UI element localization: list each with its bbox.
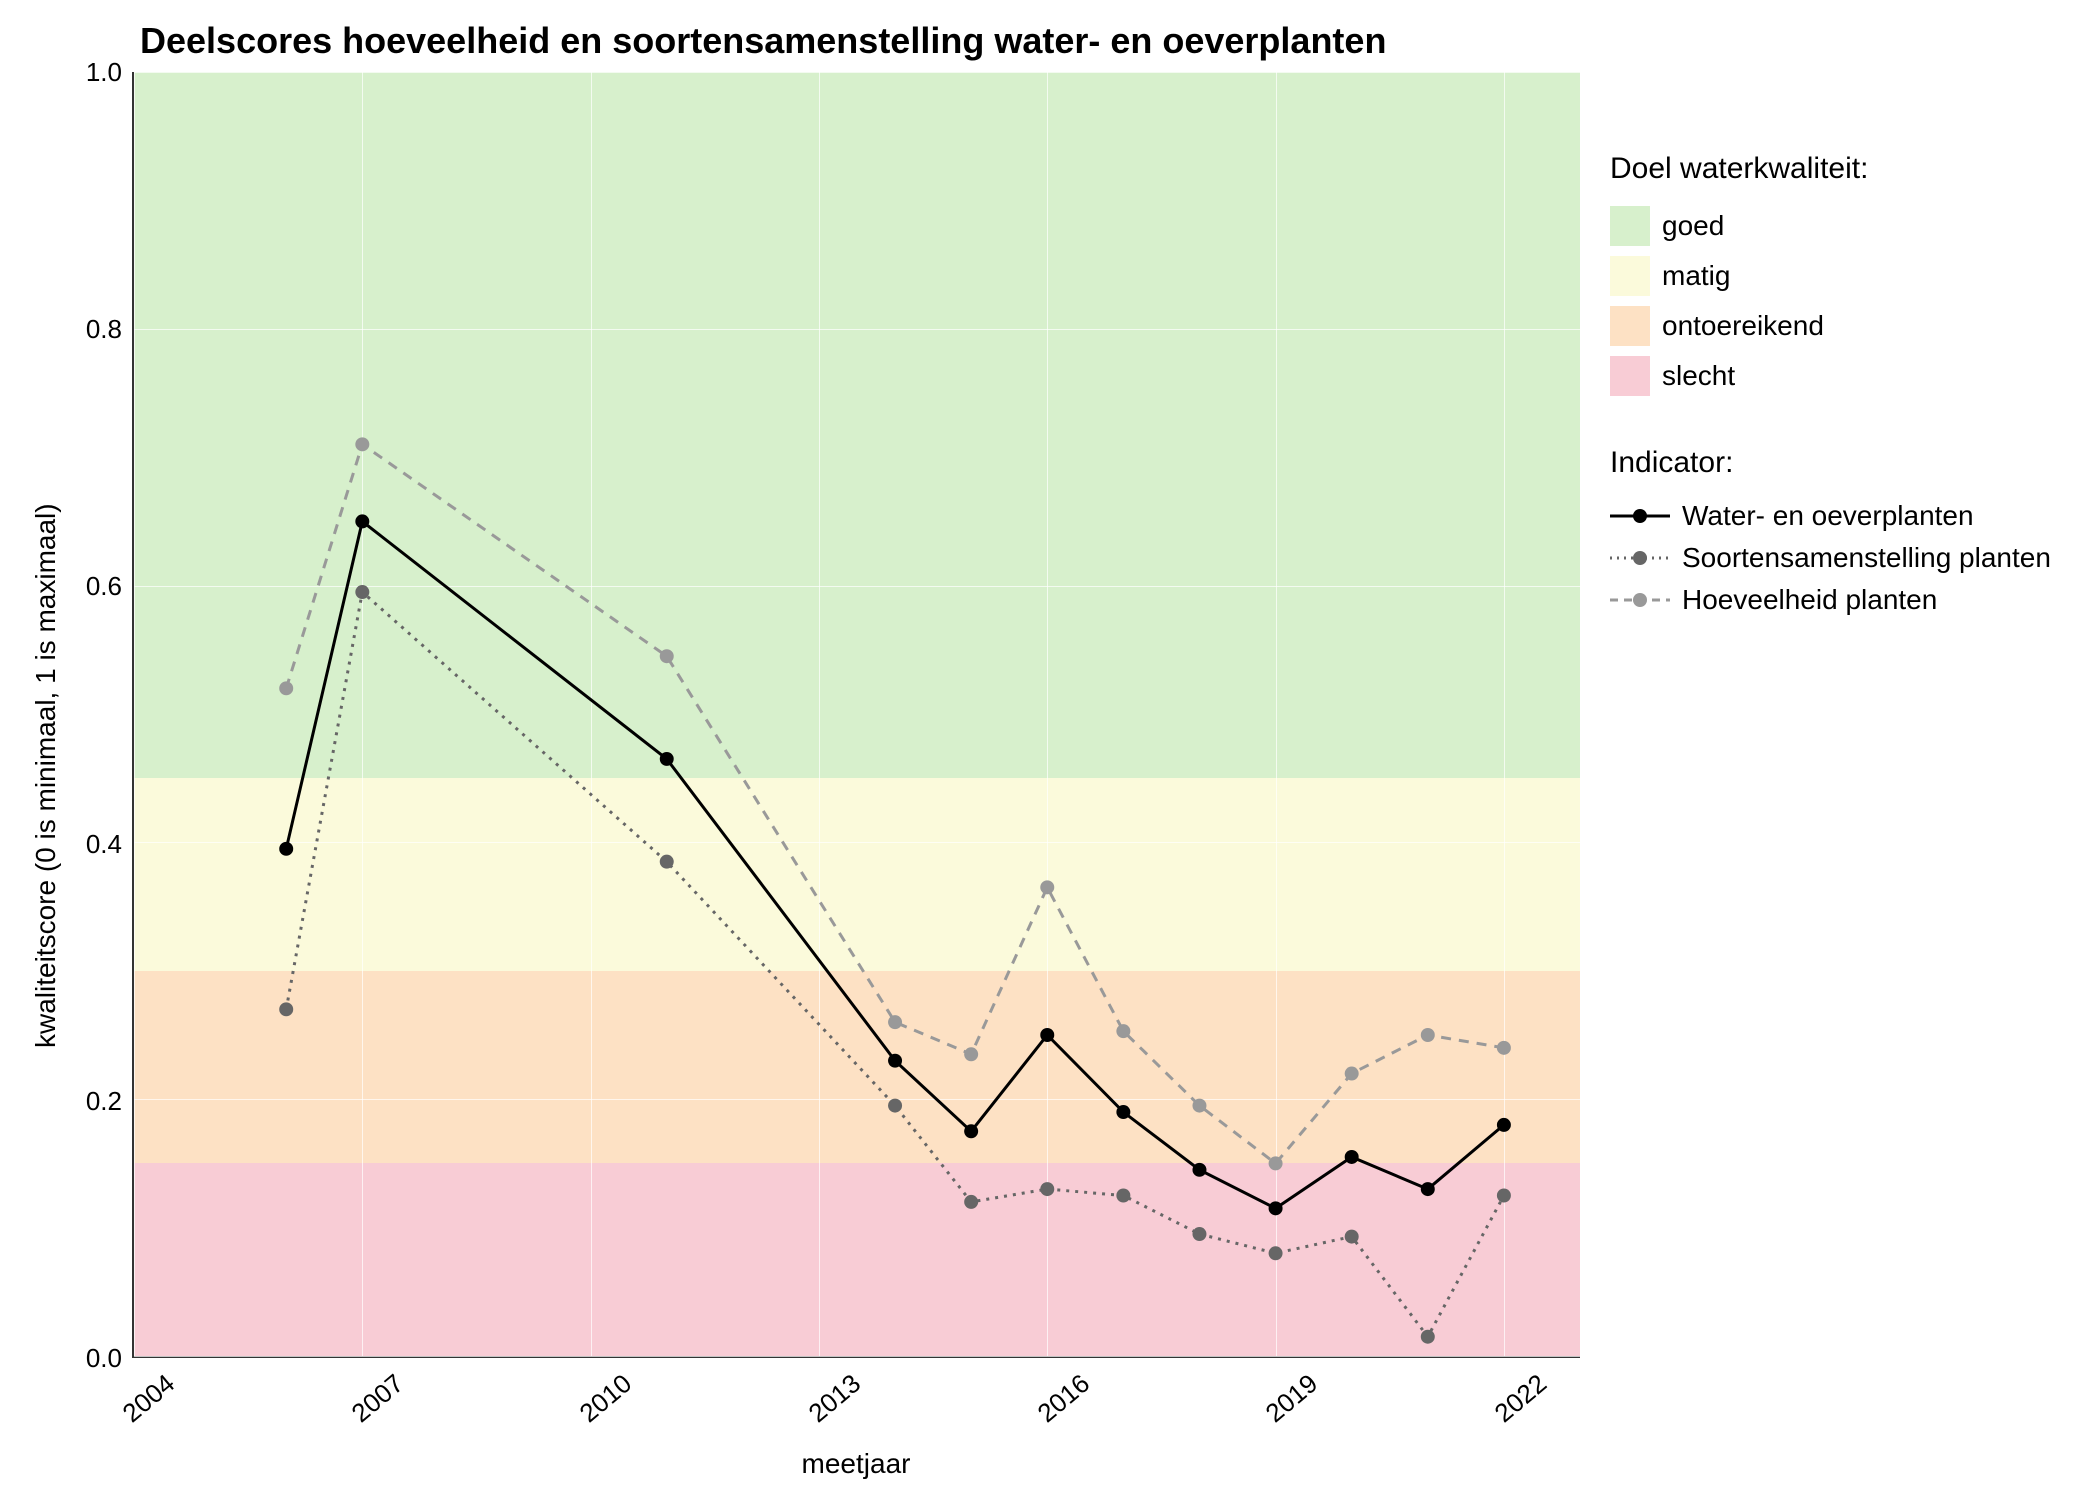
gridline-horizontal: [134, 1356, 1580, 1357]
legend-swatch: [1610, 306, 1650, 346]
gridline-vertical: [362, 72, 363, 1356]
legend-band-item: slecht: [1610, 356, 2080, 396]
legend-band-item: ontoereikend: [1610, 306, 2080, 346]
x-tick-label: 2010: [574, 1368, 638, 1429]
plot-row: 1.00.80.60.40.20.0: [72, 72, 1580, 1358]
gridline-horizontal: [134, 1099, 1580, 1100]
legend-series-item: Water- en oeverplanten: [1610, 500, 2080, 532]
chart-wrapper: Deelscores hoeveelheid en soortensamenst…: [20, 20, 2080, 1480]
gridline-vertical: [819, 72, 820, 1356]
legend-series-label: Soortensamenstelling planten: [1682, 542, 2051, 574]
legend-swatch: [1610, 356, 1650, 396]
gridline-vertical: [1047, 72, 1048, 1356]
main-area: kwaliteitscore (0 is minimaal, 1 is maxi…: [20, 72, 2080, 1480]
legend-band-item: matig: [1610, 256, 2080, 296]
legend-bands-items: goed matig ontoereikend slecht: [1610, 206, 2080, 396]
legend-series-item: Hoeveelheid planten: [1610, 584, 2080, 616]
quality-band-goed: [134, 72, 1580, 778]
y-axis-label: kwaliteitscore (0 is minimaal, 1 is maxi…: [20, 72, 72, 1480]
legend-line-sample: [1610, 585, 1670, 615]
quality-band-matig: [134, 778, 1580, 971]
gridline-vertical: [1276, 72, 1277, 1356]
legend-swatch: [1610, 206, 1650, 246]
x-tick-label: 2004: [117, 1368, 181, 1429]
gridline-horizontal: [134, 72, 1580, 73]
quality-band-slecht: [134, 1163, 1580, 1356]
legend-band-label: goed: [1662, 210, 1724, 242]
legend-swatch: [1610, 256, 1650, 296]
x-tick-label: 2019: [1260, 1368, 1324, 1429]
x-axis-ticks: 2004200720102013201620192022: [132, 1358, 1580, 1438]
gridline-horizontal: [134, 586, 1580, 587]
legend: Doel waterkwaliteit: goed matig ontoereike…: [1580, 72, 2080, 1480]
legend-series-title: Indicator:: [1610, 446, 2080, 480]
legend-band-label: matig: [1662, 260, 1730, 292]
x-tick-label: 2016: [1031, 1368, 1095, 1429]
gridline-vertical: [1504, 72, 1505, 1356]
y-axis-ticks: 1.00.80.60.40.20.0: [72, 72, 132, 1358]
legend-series-item: Soortensamenstelling planten: [1610, 542, 2080, 574]
legend-line-sample: [1610, 543, 1670, 573]
gridline-vertical: [591, 72, 592, 1356]
legend-band-label: ontoereikend: [1662, 310, 1824, 342]
x-tick-label: 2007: [345, 1368, 409, 1429]
legend-series-label: Hoeveelheid planten: [1682, 584, 1937, 616]
plot-container: kwaliteitscore (0 is minimaal, 1 is maxi…: [20, 72, 1580, 1480]
quality-band-ontoereikend: [134, 971, 1580, 1164]
chart-title: Deelscores hoeveelheid en soortensamenst…: [20, 20, 2080, 62]
plot-with-axes: 1.00.80.60.40.20.0 2004 2007 2010 2013 2016 2…: [72, 72, 1580, 1480]
gridline-horizontal: [134, 329, 1580, 330]
plot-area: [132, 72, 1580, 1358]
x-axis-label: meetjaar: [132, 1438, 1580, 1480]
legend-bands-title: Doel waterkwaliteit:: [1610, 152, 2080, 186]
legend-band-label: slecht: [1662, 360, 1735, 392]
gridline-vertical: [134, 72, 135, 1356]
legend-series-label: Water- en oeverplanten: [1682, 500, 1974, 532]
legend-line-sample: [1610, 501, 1670, 531]
gridline-horizontal: [134, 842, 1580, 843]
legend-series-items: Water- en oeverplanten Soortensamenstelli…: [1610, 500, 2080, 616]
x-tick-label: 2013: [803, 1368, 867, 1429]
legend-band-item: goed: [1610, 206, 2080, 246]
x-tick-label: 2022: [1488, 1368, 1552, 1429]
